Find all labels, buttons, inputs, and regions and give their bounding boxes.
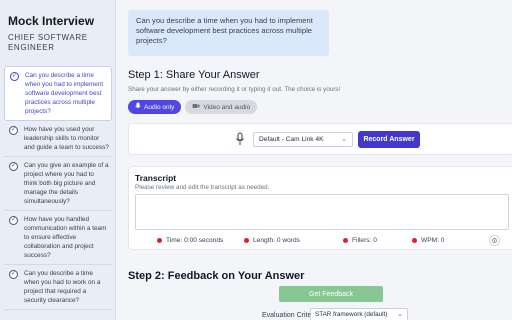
stat-length-text: Length: 0 words <box>253 237 300 244</box>
microphone-icon <box>135 102 141 112</box>
video-icon <box>192 103 200 111</box>
step2-title: Step 2: Feedback on Your Answer <box>128 270 305 282</box>
tab-video-and-audio[interactable]: Video and audio <box>185 100 258 114</box>
get-feedback-button[interactable]: Get Feedback <box>279 286 383 302</box>
check-circle-icon: ✓ <box>9 216 18 225</box>
check-circle-icon: ✓ <box>9 162 18 171</box>
evaluation-criteria-select[interactable]: STAR framework (default) ⌄ <box>310 308 408 320</box>
stat-fillers-text: Fillers: 0 <box>352 237 377 244</box>
stat-time: Time: 0:00 seconds <box>157 237 223 244</box>
sidebar: Mock Interview CHIEF SOFTWARE ENGINEER ✓… <box>0 0 116 320</box>
transcript-textarea[interactable] <box>135 194 509 230</box>
input-device-select[interactable]: Default - Cam Link 4K ⌄ <box>253 132 353 147</box>
question-list: ✓ Can you describe a time when you had t… <box>4 66 112 310</box>
status-dot-icon <box>412 238 417 243</box>
question-item-text: Can you give an example of a project whe… <box>24 162 109 205</box>
chevron-down-icon: ⌄ <box>397 311 403 318</box>
current-question: Can you describe a time when you had to … <box>128 10 329 56</box>
answer-mode-tabs: Audio only Video and audio <box>128 100 258 114</box>
question-item-text: Can you describe a time when you had to … <box>24 270 101 304</box>
app-title: Mock Interview <box>8 14 95 28</box>
microphone-icon <box>235 132 245 146</box>
tab-audio-only[interactable]: Audio only <box>128 100 182 114</box>
transcript-subtitle: Please review and edit the transcript as… <box>135 184 270 191</box>
status-dot-icon <box>157 238 162 243</box>
check-circle-icon: ✓ <box>10 72 19 81</box>
step1-subtitle: Share your answer by either recording it… <box>128 86 341 93</box>
status-dot-icon <box>244 238 249 243</box>
settings-icon[interactable]: ⚙ <box>489 235 500 246</box>
evaluation-criteria-value: STAR framework (default) <box>315 311 388 318</box>
check-circle-icon: ✓ <box>9 126 18 135</box>
chevron-down-icon: ⌄ <box>341 136 347 143</box>
question-item-text: How have you handled communication withi… <box>24 216 107 259</box>
stat-fillers: Fillers: 0 <box>343 237 377 244</box>
record-panel: Default - Cam Link 4K ⌄ Record Answer <box>128 123 512 155</box>
stat-wpm-text: WPM: 0 <box>421 237 445 244</box>
status-dot-icon <box>343 238 348 243</box>
check-circle-icon: ✓ <box>9 270 18 279</box>
stat-wpm: WPM: 0 <box>412 237 444 244</box>
tab-video-and-audio-label: Video and audio <box>203 103 251 111</box>
step1-title: Step 1: Share Your Answer <box>128 69 260 81</box>
input-device-value: Default - Cam Link 4K <box>259 136 324 143</box>
transcript-stats: Time: 0:00 seconds Length: 0 words Fille… <box>129 235 512 247</box>
question-item-4[interactable]: ✓ How have you handled communication wit… <box>4 211 112 265</box>
question-item-3[interactable]: ✓ Can you give an example of a project w… <box>4 157 112 211</box>
transcript-panel: Transcript Please review and edit the tr… <box>128 166 512 250</box>
app-root: Mock Interview CHIEF SOFTWARE ENGINEER ✓… <box>0 0 512 320</box>
record-answer-button[interactable]: Record Answer <box>358 131 420 148</box>
question-item-5[interactable]: ✓ Can you describe a time when you had t… <box>4 265 112 310</box>
question-item-text: How have you used your leadership skills… <box>24 126 109 151</box>
stat-time-text: Time: 0:00 seconds <box>166 237 224 244</box>
stat-length: Length: 0 words <box>244 237 300 244</box>
question-item-text: Can you describe a time when you had to … <box>25 72 104 115</box>
transcript-title: Transcript <box>135 173 177 183</box>
interview-role: CHIEF SOFTWARE ENGINEER <box>8 33 88 52</box>
question-item-1[interactable]: ✓ Can you describe a time when you had t… <box>4 66 112 121</box>
main-content: Can you describe a time when you had to … <box>116 0 512 320</box>
question-item-2[interactable]: ✓ How have you used your leadership skil… <box>4 121 112 157</box>
tab-audio-only-label: Audio only <box>144 103 175 111</box>
